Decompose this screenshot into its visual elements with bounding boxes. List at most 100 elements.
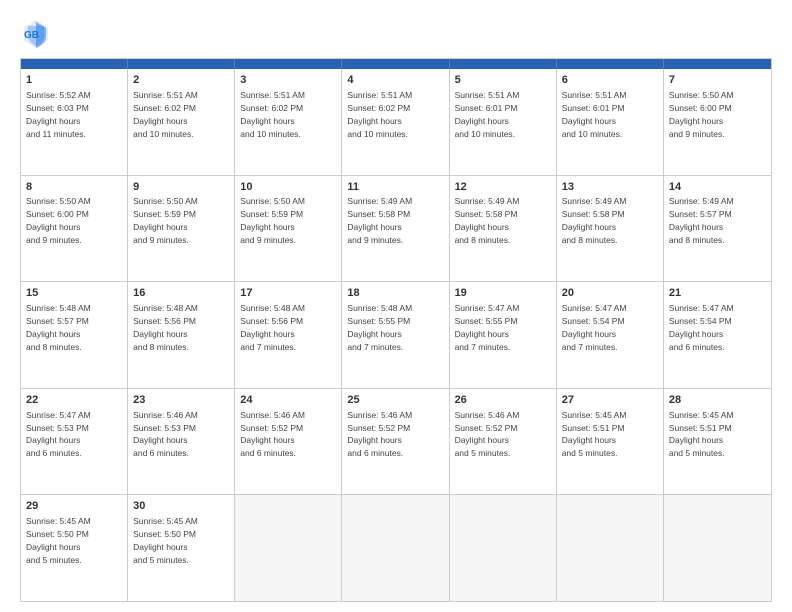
sunrise-info: Sunrise: 5:48 AM [26,303,91,313]
calendar-cell: 2 Sunrise: 5:51 AM Sunset: 6:02 PM Dayli… [128,69,235,175]
header-saturday [664,59,771,69]
day-number: 11 [347,180,443,195]
day-number: 24 [240,393,336,408]
day-number: 7 [669,73,766,88]
sunrise-info: Sunrise: 5:47 AM [669,303,734,313]
sunrise-info: Sunrise: 5:49 AM [562,196,627,206]
sunrise-info: Sunrise: 5:48 AM [347,303,412,313]
calendar-cell: 21 Sunrise: 5:47 AM Sunset: 5:54 PM Dayl… [664,282,771,388]
daylight-label: Daylight hours [26,435,80,445]
calendar-cell: 30 Sunrise: 5:45 AM Sunset: 5:50 PM Dayl… [128,495,235,601]
sunrise-info: Sunrise: 5:47 AM [26,410,91,420]
sunrise-info: Sunrise: 5:46 AM [455,410,520,420]
header-area: GB [20,18,772,50]
calendar-cell: 24 Sunrise: 5:46 AM Sunset: 5:52 PM Dayl… [235,389,342,495]
daylight-duration: and 8 minutes. [455,235,511,245]
sunset-info: Sunset: 5:53 PM [133,423,196,433]
daylight-label: Daylight hours [562,329,616,339]
sunrise-info: Sunrise: 5:50 AM [240,196,305,206]
day-number: 10 [240,180,336,195]
daylight-duration: and 9 minutes. [26,235,82,245]
day-number: 5 [455,73,551,88]
sunset-info: Sunset: 5:58 PM [347,209,410,219]
daylight-duration: and 8 minutes. [133,342,189,352]
sunset-info: Sunset: 6:02 PM [347,103,410,113]
sunset-info: Sunset: 5:50 PM [133,529,196,539]
calendar-cell: 25 Sunrise: 5:46 AM Sunset: 5:52 PM Dayl… [342,389,449,495]
daylight-duration: and 8 minutes. [562,235,618,245]
daylight-duration: and 6 minutes. [347,448,403,458]
sunset-info: Sunset: 5:57 PM [26,316,89,326]
daylight-label: Daylight hours [26,329,80,339]
day-number: 1 [26,73,122,88]
day-number: 26 [455,393,551,408]
daylight-label: Daylight hours [133,116,187,126]
calendar-week-3: 15 Sunrise: 5:48 AM Sunset: 5:57 PM Dayl… [21,281,771,388]
calendar-cell: 7 Sunrise: 5:50 AM Sunset: 6:00 PM Dayli… [664,69,771,175]
calendar-cell: 11 Sunrise: 5:49 AM Sunset: 5:58 PM Dayl… [342,176,449,282]
day-number: 3 [240,73,336,88]
day-number: 13 [562,180,658,195]
day-number: 22 [26,393,122,408]
daylight-label: Daylight hours [347,435,401,445]
daylight-duration: and 10 minutes. [347,129,407,139]
calendar-cell: 5 Sunrise: 5:51 AM Sunset: 6:01 PM Dayli… [450,69,557,175]
sunrise-info: Sunrise: 5:51 AM [240,90,305,100]
daylight-duration: and 8 minutes. [669,235,725,245]
day-number: 27 [562,393,658,408]
sunset-info: Sunset: 6:03 PM [26,103,89,113]
day-number: 25 [347,393,443,408]
daylight-duration: and 7 minutes. [240,342,296,352]
calendar-week-4: 22 Sunrise: 5:47 AM Sunset: 5:53 PM Dayl… [21,388,771,495]
calendar-cell: 4 Sunrise: 5:51 AM Sunset: 6:02 PM Dayli… [342,69,449,175]
daylight-duration: and 9 minutes. [347,235,403,245]
daylight-label: Daylight hours [455,222,509,232]
daylight-duration: and 6 minutes. [133,448,189,458]
day-number: 2 [133,73,229,88]
logo: GB [20,18,56,50]
day-number: 19 [455,286,551,301]
day-number: 29 [26,499,122,514]
header-thursday [450,59,557,69]
daylight-label: Daylight hours [240,435,294,445]
calendar-cell: 29 Sunrise: 5:45 AM Sunset: 5:50 PM Dayl… [21,495,128,601]
calendar-cell: 23 Sunrise: 5:46 AM Sunset: 5:53 PM Dayl… [128,389,235,495]
daylight-duration: and 10 minutes. [562,129,622,139]
sunset-info: Sunset: 5:54 PM [669,316,732,326]
daylight-duration: and 9 minutes. [240,235,296,245]
calendar-page: GB 1 Sunrise: 5:52 AM Sunset: 6:03 PM Da [0,0,792,612]
calendar-cell [450,495,557,601]
sunset-info: Sunset: 5:58 PM [455,209,518,219]
sunrise-info: Sunrise: 5:48 AM [240,303,305,313]
daylight-label: Daylight hours [347,329,401,339]
sunset-info: Sunset: 5:55 PM [347,316,410,326]
day-number: 20 [562,286,658,301]
daylight-label: Daylight hours [562,116,616,126]
daylight-label: Daylight hours [240,329,294,339]
daylight-duration: and 5 minutes. [133,555,189,565]
sunset-info: Sunset: 5:55 PM [455,316,518,326]
daylight-label: Daylight hours [26,116,80,126]
calendar-cell [342,495,449,601]
calendar-cell: 15 Sunrise: 5:48 AM Sunset: 5:57 PM Dayl… [21,282,128,388]
day-number: 16 [133,286,229,301]
sunset-info: Sunset: 5:52 PM [347,423,410,433]
calendar-cell: 20 Sunrise: 5:47 AM Sunset: 5:54 PM Dayl… [557,282,664,388]
sunset-info: Sunset: 5:59 PM [240,209,303,219]
svg-text:GB: GB [24,30,39,41]
calendar-cell: 8 Sunrise: 5:50 AM Sunset: 6:00 PM Dayli… [21,176,128,282]
daylight-label: Daylight hours [455,329,509,339]
calendar-cell: 13 Sunrise: 5:49 AM Sunset: 5:58 PM Dayl… [557,176,664,282]
daylight-label: Daylight hours [669,116,723,126]
daylight-duration: and 7 minutes. [562,342,618,352]
daylight-label: Daylight hours [455,116,509,126]
sunrise-info: Sunrise: 5:49 AM [347,196,412,206]
sunset-info: Sunset: 5:56 PM [240,316,303,326]
daylight-label: Daylight hours [133,329,187,339]
sunrise-info: Sunrise: 5:51 AM [347,90,412,100]
calendar-cell: 16 Sunrise: 5:48 AM Sunset: 5:56 PM Dayl… [128,282,235,388]
header-monday [128,59,235,69]
daylight-duration: and 9 minutes. [669,129,725,139]
daylight-label: Daylight hours [26,222,80,232]
day-number: 4 [347,73,443,88]
